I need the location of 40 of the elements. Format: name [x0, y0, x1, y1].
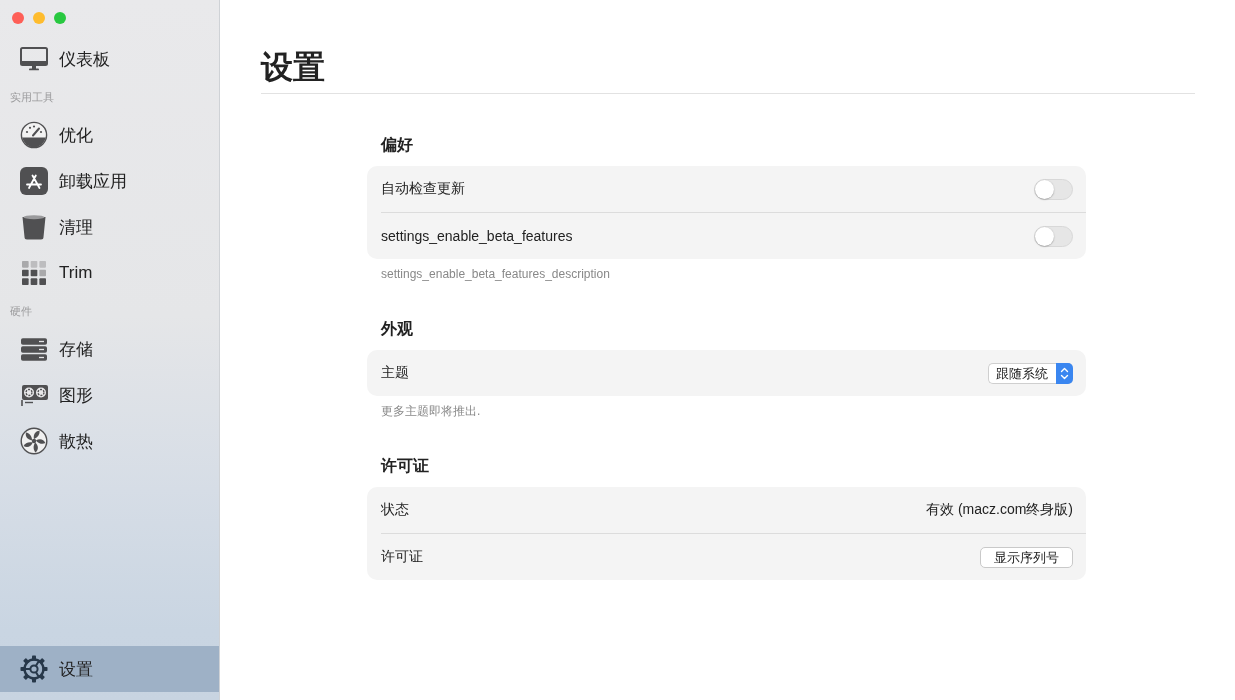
- show-serial-button[interactable]: 显示序列号: [980, 546, 1073, 568]
- section-note: settings_enable_beta_features_description: [381, 266, 611, 282]
- gauge-icon: [20, 121, 48, 149]
- row-label: 许可证: [381, 548, 423, 566]
- grid-icon: [22, 261, 46, 285]
- toggle-switch[interactable]: [1034, 225, 1073, 247]
- sidebar-item[interactable]: 设置: [0, 646, 219, 692]
- row-label: 主题: [381, 364, 409, 382]
- minimize-icon[interactable]: [33, 12, 45, 24]
- sidebar-item[interactable]: 图形: [0, 372, 219, 418]
- status-value: 有效 (macz.com终身版): [926, 501, 1073, 519]
- graphics-card-icon: [20, 383, 48, 407]
- sidebar-heading: 实用工具: [9, 90, 55, 105]
- drive-stack-icon: [21, 337, 47, 361]
- updown-arrows-icon: [1056, 362, 1073, 384]
- section-heading: 许可证: [381, 456, 430, 476]
- sidebar-item[interactable]: 存储: [0, 326, 219, 372]
- select-dropdown[interactable]: 跟随系统: [988, 362, 1073, 384]
- sidebar-item[interactable]: 散热: [0, 418, 219, 464]
- sidebar-item[interactable]: 仪表板: [0, 36, 219, 82]
- toggle-switch[interactable]: [1034, 178, 1073, 200]
- row-label: 自动检查更新: [381, 180, 465, 198]
- section-heading: 偏好: [381, 135, 414, 155]
- sidebar-item[interactable]: Trim: [0, 250, 219, 296]
- row-label: settings_enable_beta_features: [381, 228, 573, 244]
- bin-icon: [22, 214, 46, 240]
- sidebar-item[interactable]: 清理: [0, 204, 219, 250]
- section-heading: 外观: [381, 319, 414, 339]
- sidebar-item[interactable]: 卸载应用: [0, 158, 219, 204]
- section-note: 更多主题即将推出.: [381, 403, 482, 419]
- sidebar-heading: 硬件: [9, 304, 33, 319]
- page-title: 设置: [261, 44, 1195, 94]
- settings-icon: [20, 655, 48, 683]
- app-tile-icon: [20, 167, 48, 195]
- maximize-icon[interactable]: [54, 12, 66, 24]
- close-icon[interactable]: [12, 12, 24, 24]
- row-label: 状态: [381, 501, 409, 519]
- sidebar-item[interactable]: 优化: [0, 112, 219, 158]
- fan-icon: [20, 427, 48, 455]
- monitor-icon: [20, 47, 48, 71]
